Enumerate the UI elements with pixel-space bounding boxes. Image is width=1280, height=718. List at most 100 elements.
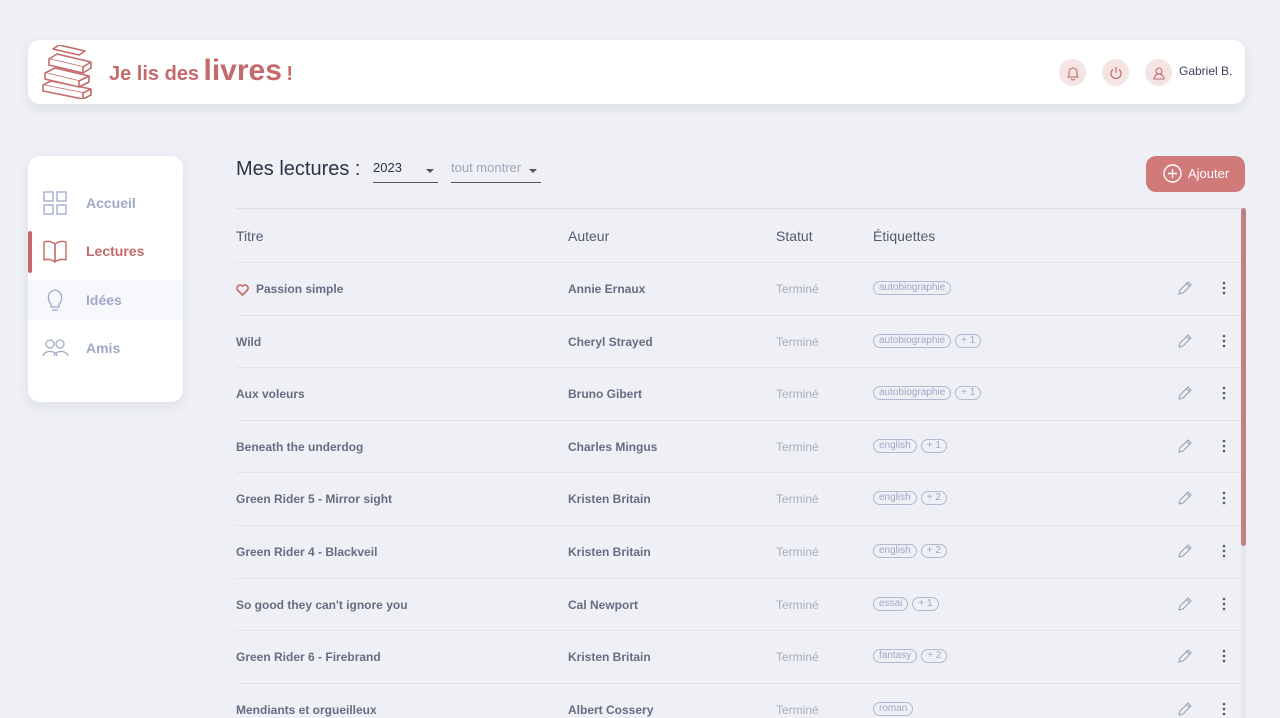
add-button[interactable]: Ajouter: [1146, 156, 1245, 192]
sidebar: Accueil Lectures Idées Amis: [28, 156, 183, 402]
more-vertical-icon[interactable]: [1218, 280, 1230, 296]
more-vertical-icon[interactable]: [1218, 648, 1230, 664]
more-vertical-icon[interactable]: [1218, 333, 1230, 349]
book-status: Terminé: [776, 439, 819, 454]
more-vertical-icon[interactable]: [1218, 701, 1230, 717]
book-author: Bruno Gibert: [568, 387, 642, 402]
table-row[interactable]: Wild Cheryl Strayed Terminé autobiographie +…: [236, 314, 1241, 368]
more-vertical-icon[interactable]: [1218, 596, 1230, 612]
book-status: Terminé: [776, 387, 819, 402]
sidebar-item-lectures[interactable]: Lectures: [28, 231, 183, 273]
table-row[interactable]: Passion simple Annie Ernaux Terminé autobio…: [236, 262, 1241, 315]
book-status: Terminé: [776, 492, 819, 507]
more-tags-badge[interactable]: + 1: [955, 333, 982, 348]
filter-select-value: tout montrer: [451, 160, 522, 175]
tag-list: essai + 1: [873, 596, 939, 611]
more-tags-badge[interactable]: + 1: [920, 438, 947, 453]
book-title[interactable]: Green Rider 5 - Mirror sight: [236, 492, 392, 506]
more-vertical-icon[interactable]: [1218, 438, 1230, 454]
book-title[interactable]: Aux voleurs: [236, 387, 305, 401]
user-icon: [1152, 66, 1165, 80]
book-title[interactable]: Green Rider 4 - Blackveil: [236, 545, 377, 559]
app-logo-text: Je lis des livres !: [109, 54, 293, 88]
year-select[interactable]: 2023: [373, 160, 438, 183]
tag-list: roman: [873, 701, 914, 716]
avatar[interactable]: [1145, 59, 1172, 86]
heart-icon[interactable]: [236, 284, 249, 296]
sidebar-item-idees[interactable]: Idées: [28, 280, 183, 320]
logo-prefix: Je lis des: [109, 63, 200, 85]
pencil-icon[interactable]: [1177, 596, 1193, 612]
table-row[interactable]: Green Rider 5 - Mirror sight Kristen Brit…: [236, 472, 1241, 525]
sidebar-item-amis[interactable]: Amis: [28, 328, 183, 368]
book-title[interactable]: Beneath the underdog: [236, 440, 363, 454]
pencil-icon[interactable]: [1177, 543, 1193, 559]
add-button-label: Ajouter: [1188, 166, 1230, 181]
book-title[interactable]: Green Rider 6 - Firebrand: [236, 650, 381, 664]
logo-word: livres: [203, 54, 282, 87]
page-title: Mes lectures :: [236, 158, 361, 180]
tag-list: fantasy + 2: [873, 649, 948, 664]
user-name[interactable]: Gabriel B.: [1179, 64, 1232, 78]
book-title[interactable]: Wild: [236, 335, 261, 349]
pencil-icon[interactable]: [1177, 438, 1193, 454]
tag-badge[interactable]: autobiographie: [873, 386, 952, 401]
column-header-title[interactable]: Titre: [236, 228, 263, 244]
tag-badge[interactable]: roman: [873, 701, 914, 716]
tag-list: autobiographie + 1: [873, 386, 982, 401]
tag-badge[interactable]: autobiographie: [873, 333, 952, 348]
tag-badge[interactable]: english: [873, 544, 917, 558]
tag-list: autobiographie: [873, 281, 952, 295]
table-row[interactable]: Aux voleurs Bruno Gibert Terminé autobiogra…: [236, 367, 1241, 420]
pencil-icon[interactable]: [1177, 648, 1193, 664]
pencil-icon[interactable]: [1177, 280, 1193, 296]
tag-badge[interactable]: english: [873, 491, 917, 506]
book-title[interactable]: Passion simple: [256, 282, 343, 296]
scrollbar[interactable]: [1241, 208, 1246, 718]
pencil-icon[interactable]: [1177, 385, 1193, 401]
book-status: Terminé: [776, 545, 819, 559]
table-row[interactable]: Beneath the underdog Charles Mingus Termin…: [236, 419, 1241, 473]
tag-badge[interactable]: fantasy: [873, 649, 918, 664]
column-header-status[interactable]: Statut: [776, 228, 813, 244]
pencil-icon[interactable]: [1177, 333, 1193, 349]
table-row[interactable]: Mendiants et orgueilleux Albert Cossery Te…: [236, 682, 1241, 718]
tag-list: english + 2: [873, 491, 947, 506]
tag-badge[interactable]: essai: [873, 596, 909, 611]
book-author: Kristen Britain: [568, 492, 651, 507]
more-tags-badge[interactable]: + 2: [920, 544, 947, 558]
scrollbar-thumb[interactable]: [1241, 208, 1246, 546]
books-table: Titre Auteur Statut Étiquettes Passion s…: [236, 208, 1241, 718]
logo-suffix: !: [286, 63, 294, 85]
bell-icon: [1066, 66, 1079, 80]
pencil-icon[interactable]: [1177, 701, 1193, 717]
tag-badge[interactable]: autobiographie: [873, 281, 952, 295]
sidebar-item-label: Lectures: [86, 243, 145, 259]
column-header-tags[interactable]: Étiquettes: [873, 228, 935, 244]
book-title[interactable]: Mendiants et orgueilleux: [236, 703, 377, 717]
year-select-value: 2023: [373, 160, 402, 175]
table-row[interactable]: So good they can't ignore you Cal Newport…: [236, 577, 1241, 631]
chevron-down-icon: [529, 169, 537, 173]
more-vertical-icon[interactable]: [1218, 385, 1230, 401]
table-row[interactable]: Green Rider 4 - Blackveil Kristen Britain…: [236, 525, 1241, 578]
more-tags-badge[interactable]: + 1: [955, 386, 982, 401]
more-vertical-icon[interactable]: [1218, 543, 1230, 559]
more-tags-badge[interactable]: + 1: [912, 596, 939, 611]
book-author: Charles Mingus: [568, 439, 658, 454]
book-status: Terminé: [776, 702, 819, 717]
filter-select[interactable]: tout montrer: [451, 160, 541, 183]
logout-button[interactable]: [1102, 59, 1129, 86]
tag-badge[interactable]: english: [873, 438, 917, 453]
book-title[interactable]: So good they can't ignore you: [236, 598, 408, 612]
notifications-button[interactable]: [1059, 59, 1086, 86]
column-header-author[interactable]: Auteur: [568, 228, 609, 244]
sidebar-item-accueil[interactable]: Accueil: [28, 183, 183, 223]
more-tags-badge[interactable]: + 2: [921, 649, 948, 664]
sidebar-item-label: Accueil: [86, 195, 136, 211]
book-author: Kristen Britain: [568, 545, 651, 559]
pencil-icon[interactable]: [1177, 490, 1193, 506]
more-vertical-icon[interactable]: [1218, 490, 1230, 506]
table-row[interactable]: Green Rider 6 - Firebrand Kristen Britain…: [236, 630, 1241, 683]
more-tags-badge[interactable]: + 2: [920, 491, 947, 506]
